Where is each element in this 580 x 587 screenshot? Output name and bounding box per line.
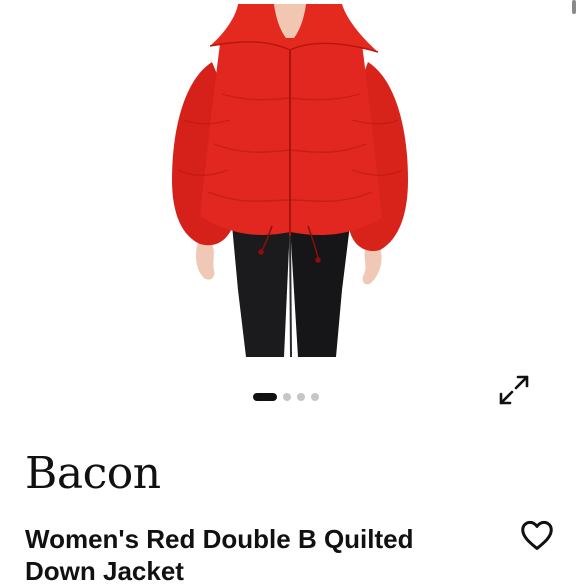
carousel-dots xyxy=(253,393,319,401)
heart-outline-icon xyxy=(521,520,553,550)
carousel-dot-4[interactable] xyxy=(311,393,319,401)
like-button[interactable] xyxy=(518,516,556,554)
product-title: Women's Red Double B Quilted Down Jacket xyxy=(25,524,414,586)
product-image[interactable] xyxy=(0,0,580,362)
carousel-dot-3[interactable] xyxy=(297,393,305,401)
expand-arrows-icon xyxy=(499,375,529,405)
carousel-dot-1[interactable] xyxy=(253,393,277,401)
expand-image-button[interactable] xyxy=(496,372,532,408)
leggings xyxy=(232,225,350,358)
carousel-dot-2[interactable] xyxy=(283,393,291,401)
brand-name[interactable]: Bacon xyxy=(25,448,161,499)
